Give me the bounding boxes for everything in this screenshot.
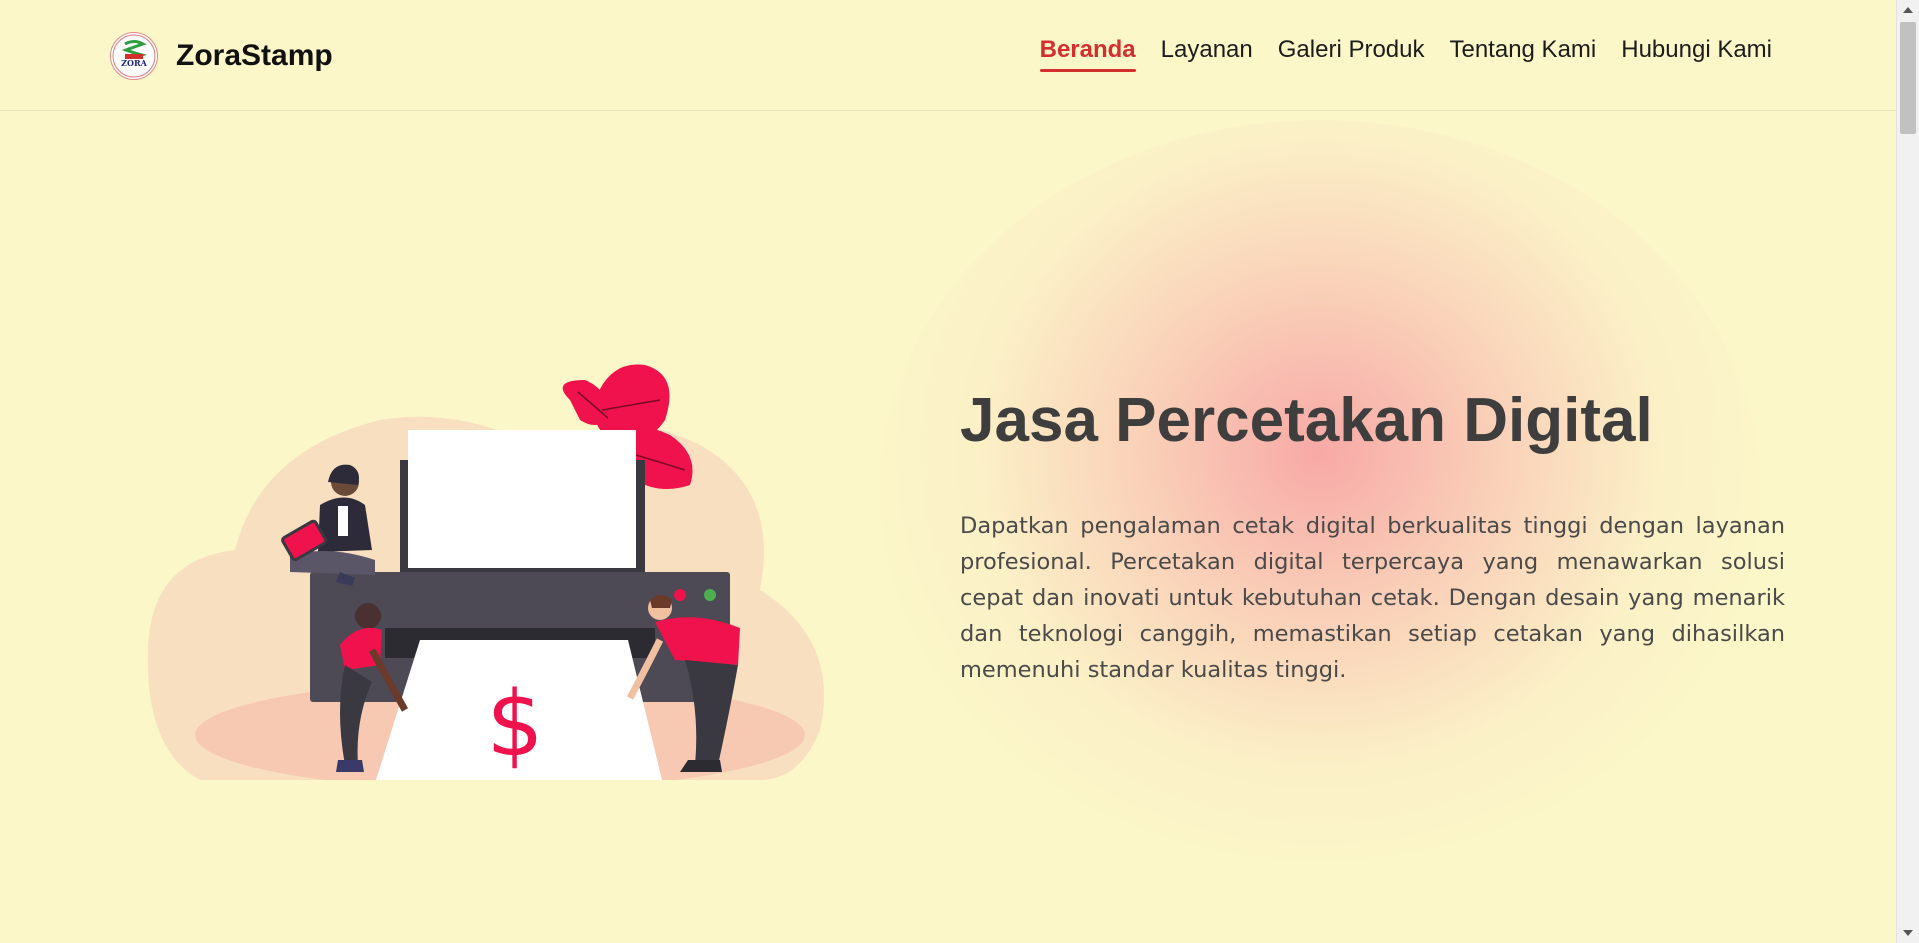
dollar-sign-icon: $ — [486, 672, 543, 777]
printer-light-red — [674, 589, 686, 601]
hero-glow-background — [880, 120, 1760, 860]
printing-illustration: $ — [147, 364, 824, 780]
scroll-down-arrow-icon[interactable] — [1903, 930, 1913, 936]
svg-text:ZORA: ZORA — [121, 58, 147, 68]
nav-item-layanan[interactable]: Layanan — [1161, 36, 1253, 72]
scroll-thumb[interactable] — [1900, 22, 1916, 134]
zora-logo: ZORA — [110, 32, 158, 80]
hero-description: Dapatkan pengalaman cetak digital berkua… — [960, 513, 1785, 683]
brand-home-link[interactable]: ZORA ZoraStamp — [110, 32, 333, 80]
nav-item-galeri-produk[interactable]: Galeri Produk — [1278, 36, 1425, 72]
page: ZORA ZoraStamp Beranda Layanan Galeri Pr… — [0, 0, 1919, 943]
printer-paper-top — [408, 430, 636, 568]
page-scrollbar[interactable] — [1896, 0, 1919, 943]
scroll-up-arrow-icon[interactable] — [1903, 7, 1913, 13]
nav-item-hubungi-kami[interactable]: Hubungi Kami — [1621, 36, 1772, 72]
main-nav: Beranda Layanan Galeri Produk Tentang Ka… — [1039, 36, 1772, 72]
site-header: ZORA ZoraStamp Beranda Layanan Galeri Pr… — [0, 0, 1897, 111]
printer-light-green — [704, 589, 716, 601]
nav-item-tentang-kami[interactable]: Tentang Kami — [1449, 36, 1596, 72]
nav-item-beranda[interactable]: Beranda — [1039, 36, 1136, 72]
brand-name: ZoraStamp — [176, 39, 333, 72]
hero-title: Jasa Percetakan Digital — [960, 386, 1653, 455]
zora-logo-icon: ZORA — [112, 34, 156, 78]
